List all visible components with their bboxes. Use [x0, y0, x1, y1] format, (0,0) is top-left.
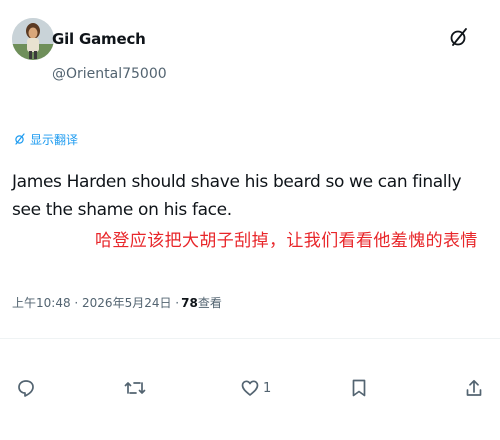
- overlay-translation-text: 哈登应该把大胡子刮掉，让我们看看他羞愧的表情: [95, 231, 478, 251]
- bookmark-button[interactable]: [350, 368, 368, 408]
- divider: [0, 338, 500, 339]
- tweet: Gil Gamech @Oriental75000 显示翻译 James Har…: [0, 0, 500, 440]
- reply-icon: [16, 378, 36, 398]
- show-translation-link[interactable]: 显示翻译: [14, 130, 78, 148]
- like-icon: [240, 378, 260, 398]
- author-handle[interactable]: @Oriental75000: [52, 66, 167, 82]
- repost-icon: [124, 378, 146, 398]
- views-count: 78: [181, 295, 198, 310]
- grok-icon[interactable]: [448, 26, 470, 48]
- post-meta: 上午10:48 · 2026年5月24日 · 78 查看: [12, 294, 222, 311]
- reply-button[interactable]: [16, 368, 36, 408]
- translate-icon: [14, 133, 26, 145]
- views-label: 查看: [197, 296, 222, 310]
- avatar[interactable]: [12, 18, 54, 60]
- bookmark-icon: [350, 378, 368, 398]
- author-display-name[interactable]: Gil Gamech: [52, 30, 146, 48]
- post-text: James Harden should shave his beard so w…: [12, 172, 462, 220]
- action-bar: 1: [0, 368, 500, 408]
- repost-button[interactable]: [124, 368, 146, 408]
- show-translation-label: 显示翻译: [30, 132, 79, 147]
- like-button[interactable]: 1: [240, 368, 271, 408]
- share-button[interactable]: [464, 368, 484, 408]
- share-icon: [464, 378, 484, 398]
- post-timestamp[interactable]: 上午10:48 · 2026年5月24日 ·: [12, 294, 179, 311]
- avatar-image: [12, 18, 54, 60]
- like-count: 1: [263, 380, 272, 396]
